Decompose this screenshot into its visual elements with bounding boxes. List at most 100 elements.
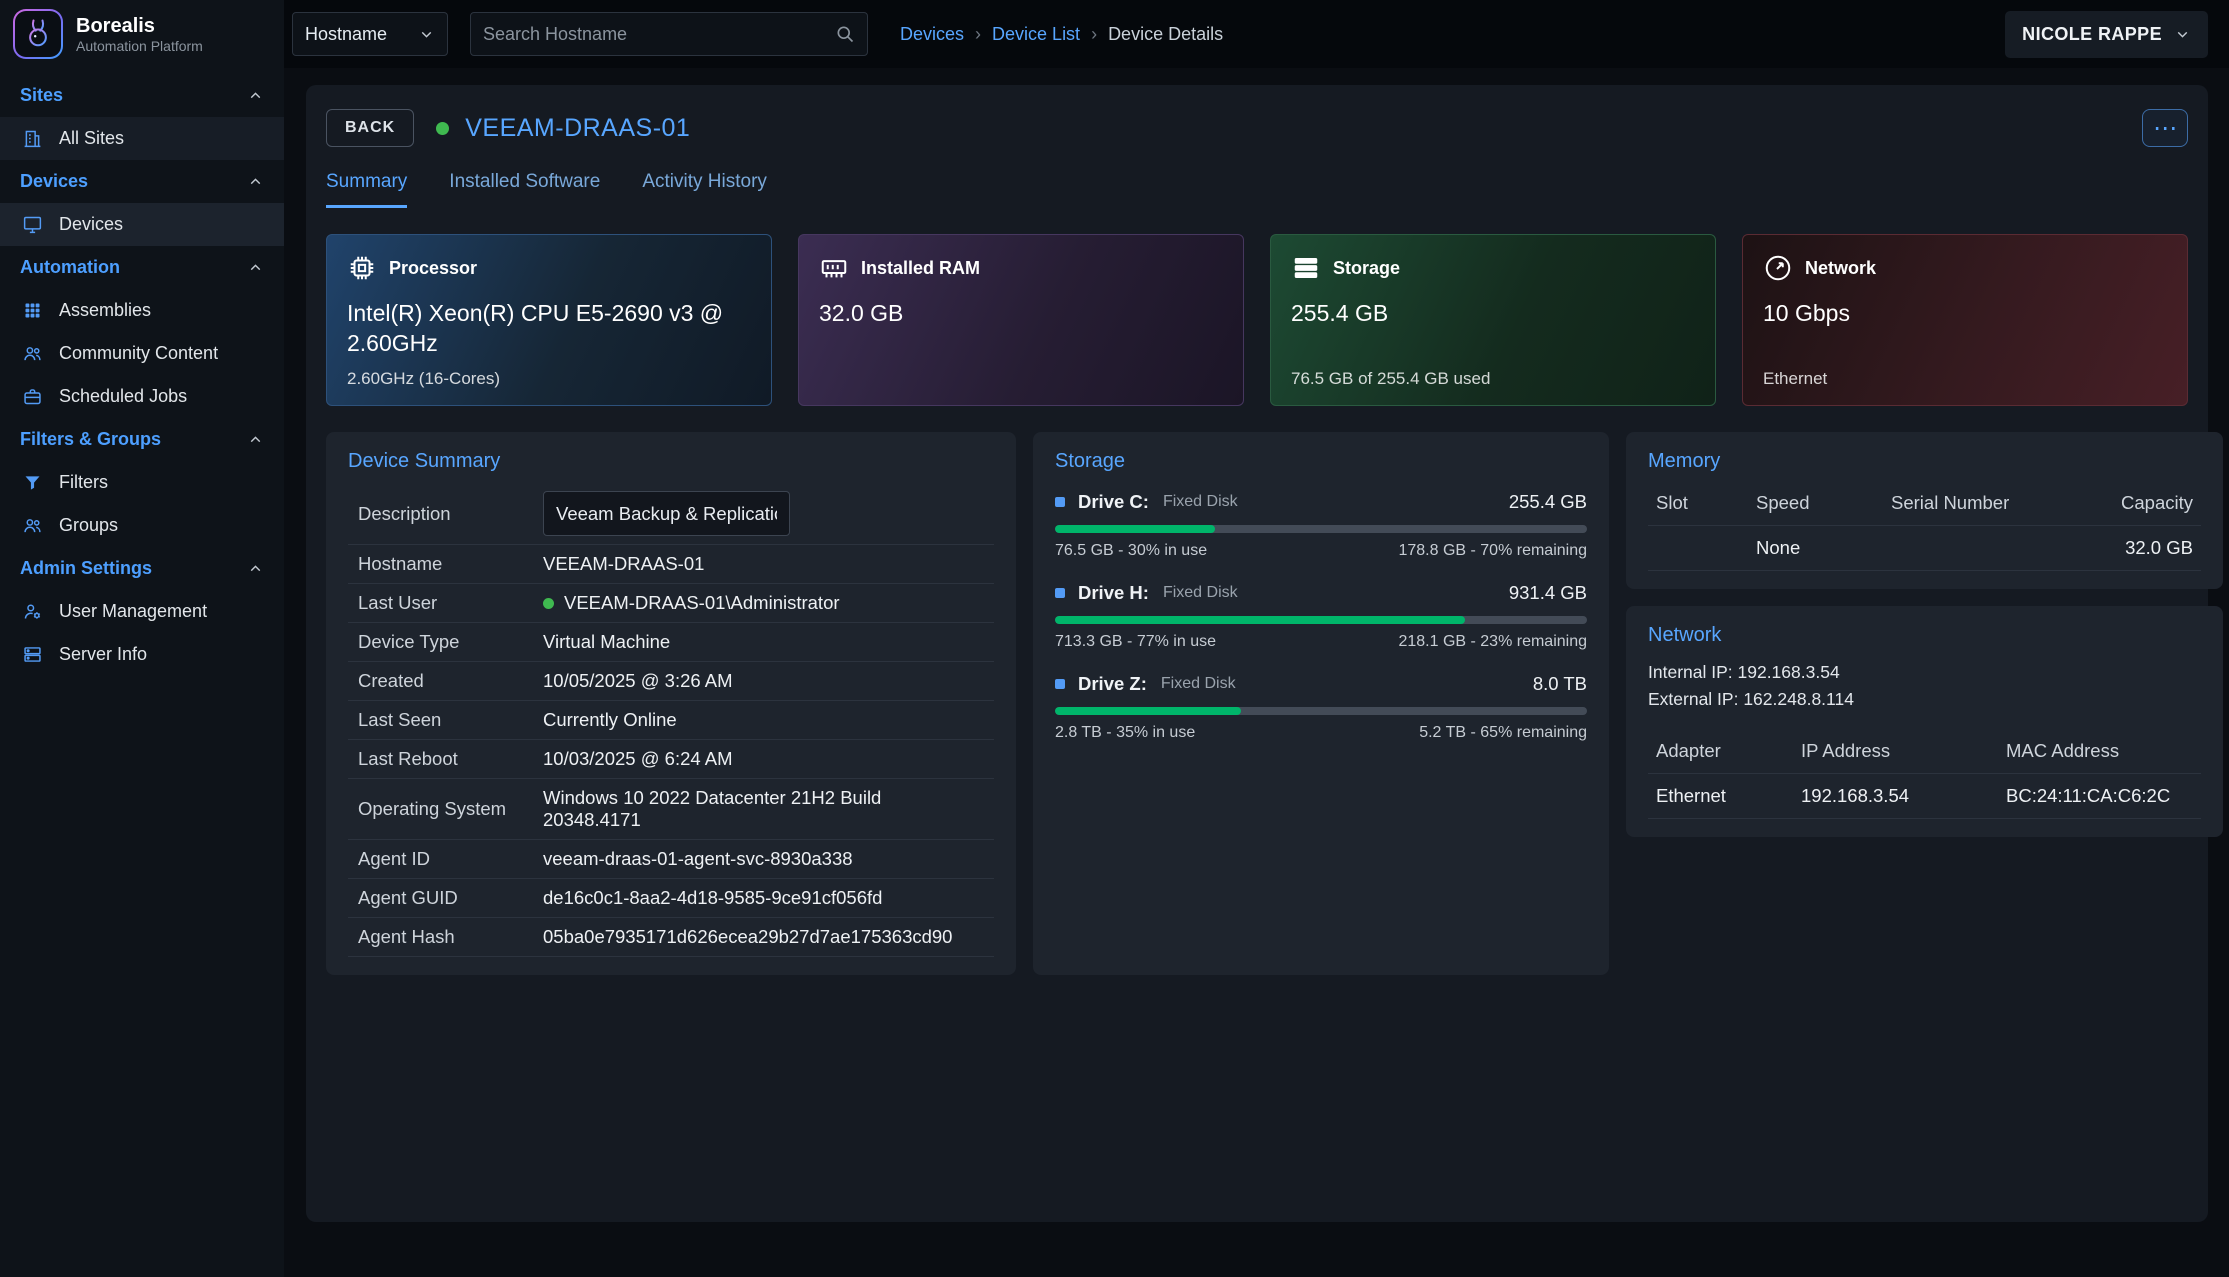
brand-block: Borealis Automation Platform xyxy=(0,0,284,68)
network-info-card: Network Internal IP: 192.168.3.54 Extern… xyxy=(1626,606,2223,837)
more-options-button[interactable]: ⋯ xyxy=(2142,109,2188,147)
sidebar-item-assemblies[interactable]: Assemblies xyxy=(0,289,284,332)
section-label: Automation xyxy=(20,257,120,278)
drive-usage-bar xyxy=(1055,707,1587,715)
network-table-header: Adapter IP Address MAC Address xyxy=(1648,729,2201,774)
table-row: Agent GUID de16c0c1-8aa2-4d18-9585-9ce91… xyxy=(348,879,994,918)
row-label: Last Reboot xyxy=(358,748,543,770)
tab-bar: Summary Installed Software Activity Hist… xyxy=(326,171,2188,208)
grid-icon xyxy=(22,300,43,321)
breadcrumb: Devices › Device List › Device Details xyxy=(900,24,1223,45)
drive-name: Drive C: xyxy=(1078,491,1149,513)
sidebar-item-groups[interactable]: Groups xyxy=(0,504,284,547)
section-label: Filters & Groups xyxy=(20,429,161,450)
back-button[interactable]: BACK xyxy=(326,109,414,147)
user-menu-button[interactable]: NICOLE RAPPE xyxy=(2005,11,2208,58)
search-input[interactable] xyxy=(483,24,835,45)
storage-drives-card: Storage Drive C: Fixed Disk 255.4 GB 76.… xyxy=(1033,432,1609,975)
sidebar-item-devices[interactable]: Devices xyxy=(0,203,284,246)
internal-ip: Internal IP: 192.168.3.54 xyxy=(1648,659,2201,686)
topbar: Borealis Automation Platform Hostname De… xyxy=(0,0,2229,68)
stat-title: Network xyxy=(1805,258,1876,279)
drive-used-label: 713.3 GB - 77% in use xyxy=(1055,633,1216,651)
card-title: Network xyxy=(1648,624,2201,647)
chevron-up-icon xyxy=(247,87,264,104)
brand-name: Borealis xyxy=(76,14,203,38)
row-value: VEEAM-DRAAS-01\Administrator xyxy=(564,592,840,614)
search-icon[interactable] xyxy=(835,24,855,44)
row-label: Hostname xyxy=(358,553,543,575)
description-input[interactable] xyxy=(543,491,790,536)
chevron-up-icon xyxy=(247,173,264,190)
stat-value: 10 Gbps xyxy=(1763,299,2167,329)
breadcrumb-devices[interactable]: Devices xyxy=(900,24,964,45)
table-row: Agent Hash 05ba0e7935171d626ecea29b27d7a… xyxy=(348,918,994,957)
tab-installed-software[interactable]: Installed Software xyxy=(449,171,600,208)
gauge-icon xyxy=(1763,253,1793,283)
people-icon xyxy=(22,515,43,536)
monitor-icon xyxy=(22,214,43,235)
online-status-dot xyxy=(543,598,554,609)
row-label: Last User xyxy=(358,592,543,614)
drive-type: Fixed Disk xyxy=(1163,584,1238,602)
storage-card: Storage 255.4 GB 76.5 GB of 255.4 GB use… xyxy=(1270,234,1716,406)
stat-value: 32.0 GB xyxy=(819,299,1223,329)
table-row: Ethernet 192.168.3.54 BC:24:11:CA:C6:2C xyxy=(1648,774,2201,819)
drive-bullet-icon xyxy=(1055,588,1065,598)
column-header: Serial Number xyxy=(1891,492,2121,514)
user-gear-icon xyxy=(22,601,43,622)
column-header: MAC Address xyxy=(2006,740,2193,762)
drive-size: 255.4 GB xyxy=(1509,491,1587,513)
table-row: Hostname VEEAM-DRAAS-01 xyxy=(348,545,994,584)
row-label: Operating System xyxy=(358,798,543,820)
sidebar-item-label: Assemblies xyxy=(59,300,151,321)
drive-usage-bar xyxy=(1055,616,1587,624)
card-title: Device Summary xyxy=(348,450,994,473)
search-filter-dropdown[interactable]: Hostname xyxy=(292,12,448,56)
sidebar-item-all-sites[interactable]: All Sites xyxy=(0,117,284,160)
drive-size: 8.0 TB xyxy=(1533,673,1587,695)
row-label: Device Type xyxy=(358,631,543,653)
row-value: 10/03/2025 @ 6:24 AM xyxy=(543,748,733,770)
sidebar-section-admin-settings[interactable]: Admin Settings xyxy=(0,547,284,590)
user-name-label: NICOLE RAPPE xyxy=(2022,24,2162,45)
sidebar-section-devices[interactable]: Devices xyxy=(0,160,284,203)
table-row: Last Reboot 10/03/2025 @ 6:24 AM xyxy=(348,740,994,779)
sidebar-item-scheduled-jobs[interactable]: Scheduled Jobs xyxy=(0,375,284,418)
drive-bullet-icon xyxy=(1055,497,1065,507)
sidebar-item-server-info[interactable]: Server Info xyxy=(0,633,284,676)
row-value: VEEAM-DRAAS-01 xyxy=(543,553,704,575)
sidebar-item-filters[interactable]: Filters xyxy=(0,461,284,504)
drive-used-label: 76.5 GB - 30% in use xyxy=(1055,542,1207,560)
tab-activity-history[interactable]: Activity History xyxy=(642,171,767,208)
sidebar-section-sites[interactable]: Sites xyxy=(0,74,284,117)
breadcrumb-device-list[interactable]: Device List xyxy=(992,24,1080,45)
sidebar-item-user-management[interactable]: User Management xyxy=(0,590,284,633)
sidebar-section-automation[interactable]: Automation xyxy=(0,246,284,289)
table-row: Created 10/05/2025 @ 3:26 AM xyxy=(348,662,994,701)
table-row: None 32.0 GB xyxy=(1648,526,2201,571)
adapter-name: Ethernet xyxy=(1656,785,1801,807)
briefcase-icon xyxy=(22,386,43,407)
page-title: VEEAM-DRAAS-01 xyxy=(465,114,690,143)
row-value: de16c0c1-8aa2-4d18-9585-9ce91cf056fd xyxy=(543,887,882,909)
row-label: Created xyxy=(358,670,543,692)
table-row: Device Type Virtual Machine xyxy=(348,623,994,662)
chevron-up-icon xyxy=(247,259,264,276)
tab-summary[interactable]: Summary xyxy=(326,171,407,208)
row-value: 10/05/2025 @ 3:26 AM xyxy=(543,670,733,692)
column-header: Speed xyxy=(1756,492,1891,514)
people-icon xyxy=(22,343,43,364)
row-value: 05ba0e7935171d626ecea29b27d7ae175363cd90 xyxy=(543,926,952,948)
online-status-dot xyxy=(436,122,449,135)
chevron-down-icon xyxy=(418,26,435,43)
row-label: Agent ID xyxy=(358,848,543,870)
stat-title: Installed RAM xyxy=(861,258,980,279)
device-summary-card: Device Summary Description Hostname VEEA… xyxy=(326,432,1016,975)
sidebar-item-community-content[interactable]: Community Content xyxy=(0,332,284,375)
sidebar-section-filters-groups[interactable]: Filters & Groups xyxy=(0,418,284,461)
network-card: Network 10 Gbps Ethernet xyxy=(1742,234,2188,406)
stat-value: 255.4 GB xyxy=(1291,299,1695,329)
sidebar-item-label: Community Content xyxy=(59,343,218,364)
borealis-logo xyxy=(13,9,63,59)
